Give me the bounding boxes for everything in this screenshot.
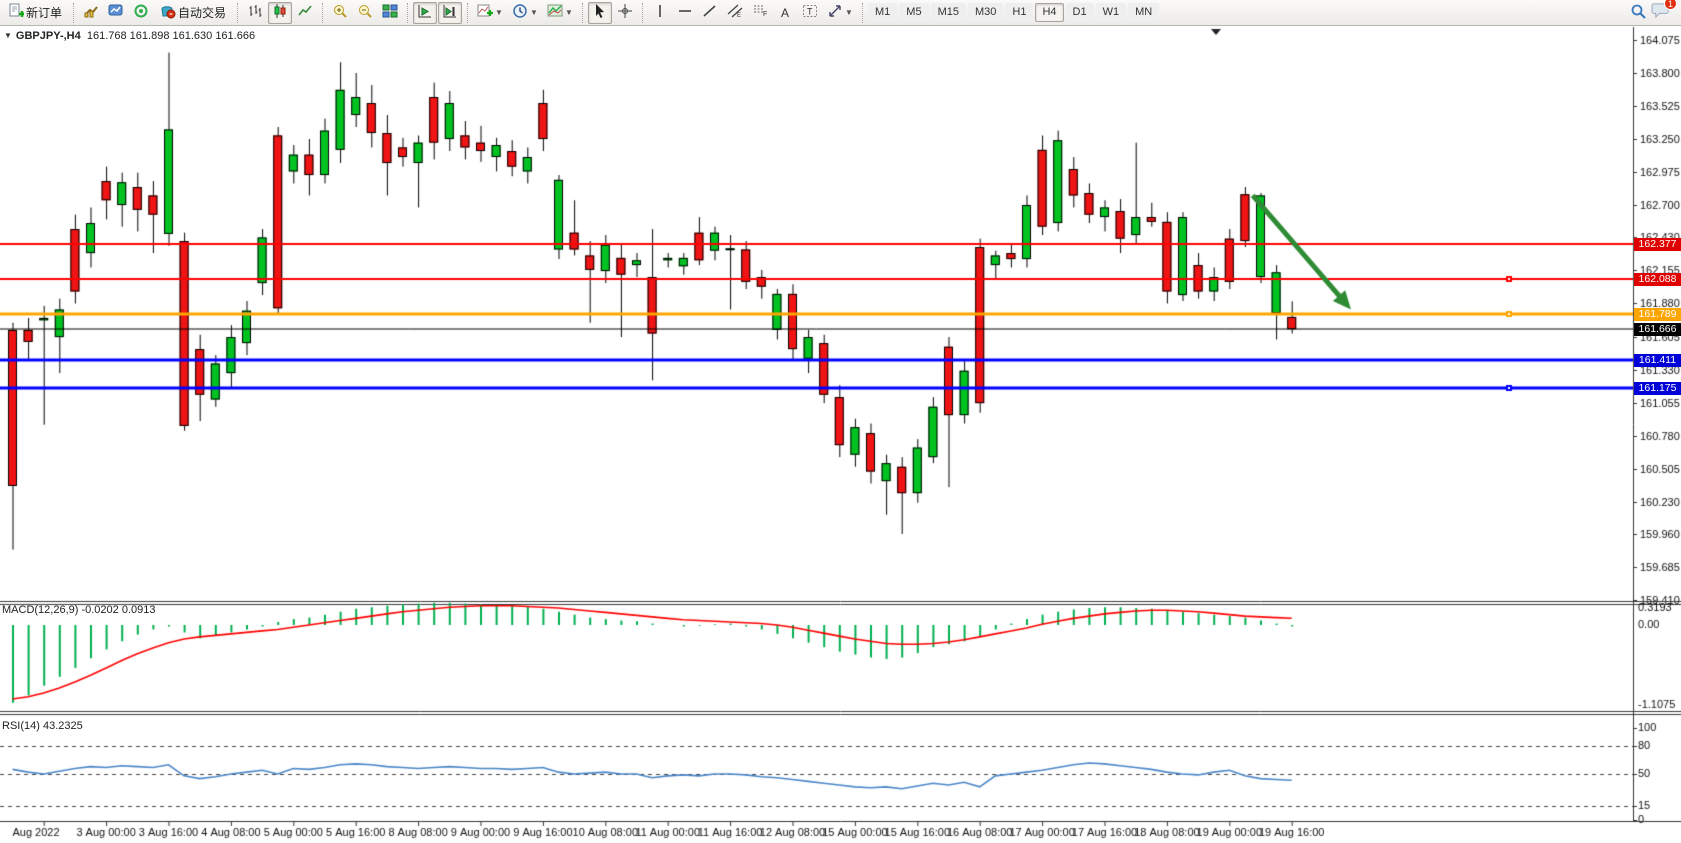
charts-icon bbox=[83, 3, 99, 22]
line-chart-button[interactable] bbox=[293, 2, 317, 24]
timeframe-button-H1[interactable]: H1 bbox=[1005, 3, 1033, 22]
toolbar-separator bbox=[862, 3, 863, 23]
tile-windows-icon bbox=[382, 3, 398, 22]
charts-button[interactable] bbox=[79, 2, 103, 24]
timeframe-button-M5[interactable]: M5 bbox=[899, 3, 928, 22]
price-tag-162.377[interactable]: 162.377 bbox=[1634, 238, 1681, 251]
new-order-button[interactable]: 新订单 bbox=[2, 2, 68, 24]
autotrading-button[interactable]: 自动交易 bbox=[154, 2, 232, 24]
equidistant-channel-button[interactable]: E bbox=[723, 2, 747, 24]
trendline-icon bbox=[702, 3, 718, 22]
terminal-button[interactable] bbox=[104, 2, 128, 24]
vertical-line-icon bbox=[652, 3, 668, 22]
periods-button[interactable]: ▼ bbox=[508, 2, 542, 24]
svg-text:E: E bbox=[737, 13, 741, 19]
autotrading-label: 自动交易 bbox=[178, 4, 226, 21]
vertical-line-button[interactable] bbox=[648, 2, 672, 24]
text-label-icon: T bbox=[802, 3, 818, 22]
equidistant-channel-icon: E bbox=[727, 3, 743, 22]
timeframe-button-MN[interactable]: MN bbox=[1128, 3, 1159, 22]
cursor-icon bbox=[592, 3, 608, 22]
bar-chart-button[interactable] bbox=[243, 2, 267, 24]
price-tag-161.411[interactable]: 161.411 bbox=[1634, 354, 1681, 367]
horizontal-line-button[interactable] bbox=[673, 2, 697, 24]
toolbar-separator bbox=[322, 3, 323, 23]
arrows-icon bbox=[827, 3, 843, 22]
price-tag-162.088[interactable]: 162.088 bbox=[1634, 273, 1681, 286]
toolbar-separator bbox=[467, 3, 468, 23]
cursor-button[interactable] bbox=[588, 2, 612, 24]
main-toolbar: 新订单 自动交易 ▼ ▼ bbox=[0, 0, 1681, 26]
arrows-button[interactable]: ▼ bbox=[823, 2, 857, 24]
indicators-icon bbox=[477, 3, 493, 22]
dropdown-caret-icon: ▼ bbox=[845, 9, 853, 17]
dropdown-caret-icon: ▼ bbox=[495, 9, 503, 17]
text-label-button[interactable]: T bbox=[798, 2, 822, 24]
autotrading-icon bbox=[160, 3, 176, 22]
timeframe-group: M1M5M15M30H1H4D1W1MN bbox=[868, 3, 1159, 22]
dropdown-caret-icon: ▼ bbox=[565, 9, 573, 17]
chart-dropdown-arrow-icon: ▼ bbox=[4, 31, 12, 40]
timeframe-button-W1[interactable]: W1 bbox=[1096, 3, 1127, 22]
svg-text:F: F bbox=[763, 11, 767, 18]
candlestick-chart-button[interactable] bbox=[268, 2, 292, 24]
fibonacci-button[interactable]: F bbox=[748, 2, 772, 24]
new-order-icon bbox=[8, 3, 24, 22]
horizontal-line-icon bbox=[677, 3, 693, 22]
auto-scroll-icon bbox=[417, 3, 433, 22]
crosshair-icon bbox=[617, 3, 633, 22]
indicators-button[interactable]: ▼ bbox=[473, 2, 507, 24]
terminal-icon bbox=[108, 3, 124, 22]
toolbar-separator bbox=[642, 3, 643, 23]
text-button[interactable]: A bbox=[773, 2, 797, 24]
price-tag-161.175[interactable]: 161.175 bbox=[1634, 382, 1681, 395]
chart-canvas[interactable] bbox=[0, 26, 1681, 843]
timeframe-button-M1[interactable]: M1 bbox=[868, 3, 897, 22]
ohlc-values-text: 161.768 161.898 161.630 161.666 bbox=[87, 30, 255, 42]
price-tag-161.666[interactable]: 161.666 bbox=[1634, 323, 1681, 336]
new-order-label: 新订单 bbox=[26, 4, 62, 21]
text-icon: A bbox=[781, 6, 789, 20]
auto-scroll-button[interactable] bbox=[413, 2, 437, 24]
fibonacci-icon: F bbox=[752, 3, 768, 22]
timeframe-button-H4[interactable]: H4 bbox=[1035, 3, 1063, 22]
dropdown-caret-icon: ▼ bbox=[530, 9, 538, 17]
chart-shift-icon bbox=[442, 3, 458, 22]
bar-chart-icon bbox=[247, 3, 263, 22]
chart-window: ▼ GBPJPY-,H4 161.768 161.898 161.630 161.… bbox=[0, 26, 1681, 843]
price-tag-161.789[interactable]: 161.789 bbox=[1634, 308, 1681, 321]
toolbar-separator bbox=[582, 3, 583, 23]
search-button[interactable] bbox=[1626, 2, 1650, 24]
zoom-out-button[interactable] bbox=[353, 2, 377, 24]
templates-button[interactable]: ▼ bbox=[543, 2, 577, 24]
timeframe-button-M30[interactable]: M30 bbox=[968, 3, 1003, 22]
timeframe-button-M15[interactable]: M15 bbox=[931, 3, 966, 22]
signals-button[interactable] bbox=[129, 2, 153, 24]
line-chart-icon bbox=[297, 3, 313, 22]
chart-shift-button[interactable] bbox=[438, 2, 462, 24]
rsi-label: RSI(14) 43.2325 bbox=[2, 720, 83, 732]
toolbar-separator bbox=[407, 3, 408, 23]
trendline-button[interactable] bbox=[698, 2, 722, 24]
notification-badge: 1 bbox=[1664, 0, 1677, 10]
templates-icon bbox=[547, 3, 563, 22]
timeframe-button-D1[interactable]: D1 bbox=[1066, 3, 1094, 22]
svg-text:T: T bbox=[807, 7, 813, 17]
signals-icon bbox=[133, 3, 149, 22]
candlestick-chart-icon bbox=[272, 3, 288, 22]
symbol-period-text: GBPJPY-,H4 bbox=[16, 30, 81, 42]
macd-label: MACD(12,26,9) -0.0202 0.0913 bbox=[2, 604, 155, 616]
periods-icon bbox=[512, 3, 528, 22]
zoom-in-button[interactable] bbox=[328, 2, 352, 24]
crosshair-button[interactable] bbox=[613, 2, 637, 24]
toolbar-separator bbox=[73, 3, 74, 23]
search-icon bbox=[1630, 3, 1647, 23]
notifications-button[interactable]: 1 bbox=[1651, 1, 1671, 24]
zoom-in-icon bbox=[332, 3, 348, 22]
tile-windows-button[interactable] bbox=[378, 2, 402, 24]
toolbar-separator bbox=[237, 3, 238, 23]
chart-symbol-label: ▼ GBPJPY-,H4 161.768 161.898 161.630 161.… bbox=[4, 30, 255, 42]
zoom-out-icon bbox=[357, 3, 373, 22]
